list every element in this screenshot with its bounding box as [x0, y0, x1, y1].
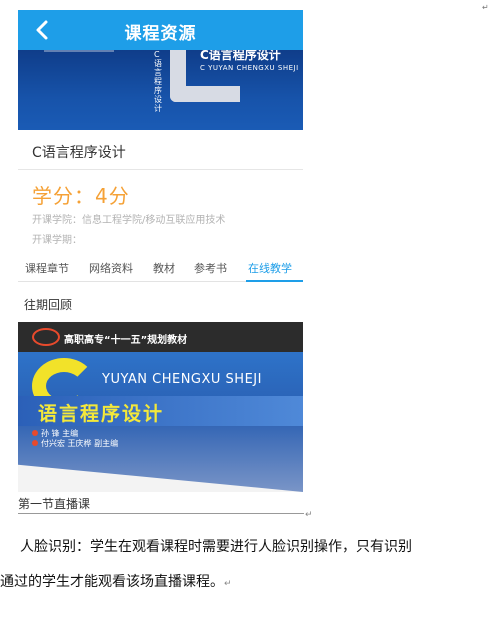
course-term: 开课学期：	[32, 235, 82, 246]
course-college: 开课学院：信息工程学院/移动互联应用技术	[32, 215, 226, 226]
live-course-cover[interactable]: 高职高专“十一五”规划教材 YUYAN CHENGXU SHEJI 语言程序设计…	[18, 322, 303, 492]
tab-textbook[interactable]: 教材	[153, 260, 175, 276]
cover-series: 高职高专“十一五”规划教材	[64, 335, 188, 346]
cover-title: 语言程序设计	[38, 403, 165, 425]
course-name: C语言程序设计	[32, 145, 126, 161]
paragraph-mark: ↵	[224, 579, 232, 589]
course-credit: 学分：4分	[32, 184, 130, 208]
doc-paragraph-2-text: 通过的学生才能观看该场直播课程。	[0, 574, 224, 590]
page-title: 课程资源	[124, 24, 197, 44]
publisher-logo	[32, 328, 60, 346]
cover-author-1-text: 孙 锋 主编	[41, 429, 79, 438]
screenshot-bottom-border	[18, 513, 304, 514]
doc-paragraph-1: 人脸识别：学生在观看课程时需要进行人脸识别操作，只有识别	[20, 536, 412, 556]
phone-screen: 课程资源 C语言程序设计 C语言程序设计 C YUYAN CHENGXU SHE…	[18, 0, 303, 512]
bullet-icon	[32, 430, 38, 436]
live-session-title[interactable]: 第一节直播课	[18, 495, 90, 512]
doc-paragraph-1-text: 人脸识别：学生在观看课程时需要进行人脸识别操作，只有识别	[20, 539, 412, 555]
course-banner: C语言程序设计 C语言程序设计 C YUYAN CHENGXU SHEJI	[18, 50, 303, 130]
tab-chapters[interactable]: 课程章节	[25, 260, 69, 276]
active-tab-indicator	[246, 280, 303, 282]
cover-author-2-text: 付兴宏 王庆桦 副主编	[41, 439, 119, 448]
divider	[18, 169, 303, 170]
cover-pinyin: YUYAN CHENGXU SHEJI	[102, 372, 262, 387]
banner-vertical-title: C语言程序设计	[154, 50, 162, 113]
tab-web-resources[interactable]: 网络资料	[89, 260, 133, 276]
doc-paragraph-2: 通过的学生才能观看该场直播课程。↵	[0, 571, 232, 591]
cover-author-2: 付兴宏 王庆桦 副主编	[32, 438, 118, 449]
edge-mark: ↵	[482, 3, 489, 12]
tab-bar: 课程章节 网络资料 教材 参考书 在线教学	[18, 256, 303, 282]
section-title: 往期回顾	[24, 298, 73, 312]
banner-cover-subtitle: C YUYAN CHENGXU SHEJI	[200, 64, 299, 72]
paragraph-mark: ↵	[305, 510, 313, 520]
title-bar: 课程资源	[18, 10, 303, 50]
tab-online-teaching[interactable]: 在线教学	[248, 260, 292, 276]
tab-reference-books[interactable]: 参考书	[194, 260, 227, 276]
banner-cover-title: C语言程序设计	[200, 50, 281, 62]
bullet-icon	[32, 440, 38, 446]
banner-decoration	[44, 50, 114, 52]
